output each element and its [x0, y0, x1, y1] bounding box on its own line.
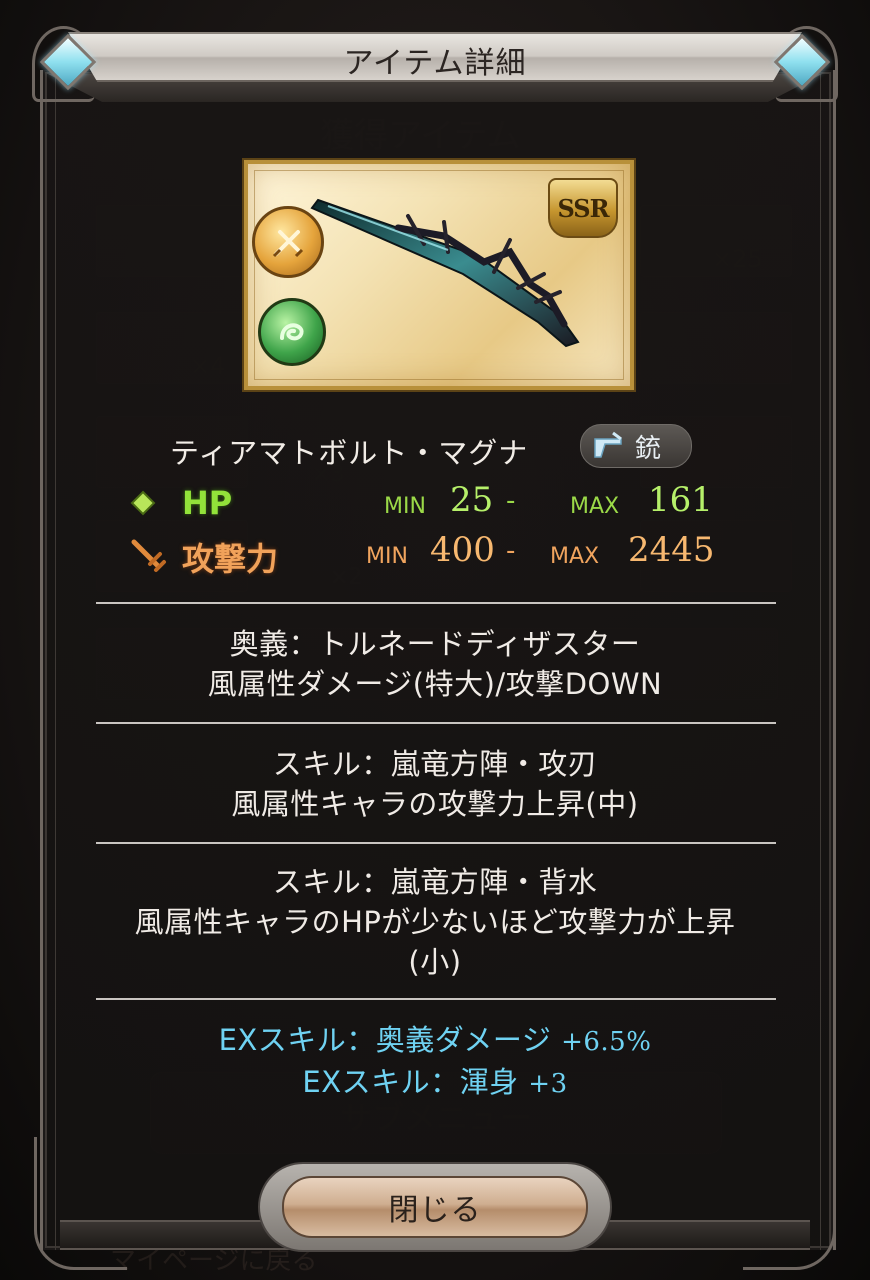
section-divider [96, 722, 776, 724]
hp-min-label: MIN [384, 494, 426, 519]
skill1-name: スキル：嵐竜方陣・攻刃 [272, 747, 598, 781]
weapon-name: ティアマトボルト・マグナ [170, 436, 529, 470]
hp-max-value: 161 [648, 480, 713, 520]
ex-skill-1-value: +6.5% [561, 1027, 652, 1057]
gun-icon [594, 431, 622, 458]
sword-icon [252, 206, 324, 278]
wind-element-icon [258, 298, 326, 366]
close-button-label: 閉じる [282, 1176, 588, 1238]
ex-skill-section: EXスキル：奥義ダメージ +6.5% EXスキル：渾身 +3 [90, 1020, 780, 1104]
hp-max-label: MAX [570, 494, 620, 519]
rarity-badge: SSR [548, 178, 618, 238]
ex-skill-1-label: EXスキル：奥義ダメージ [218, 1023, 552, 1057]
ougi-section: 奥義：トルネードディザスター 風属性ダメージ(特大)/攻撃DOWN [90, 624, 780, 704]
weapon-type-badge: 銃 [580, 424, 692, 468]
item-detail-screen: 獲得アイテム ×25 ×4 ×3 ×2 サブメニュー マイページに戻る アイテム… [0, 0, 870, 1280]
dialog-header: アイテム詳細 [32, 14, 838, 104]
ex-skill-2: EXスキル：渾身 +3 [90, 1062, 780, 1104]
ougi-name: 奥義：トルネードディザスター [229, 627, 641, 661]
ex-skill-2-label: EXスキル：渾身 [302, 1065, 519, 1099]
hp-diamond-icon [130, 490, 156, 516]
skill1-section: スキル：嵐竜方陣・攻刃 風属性キャラの攻撃力上昇(中) [90, 744, 780, 824]
weapon-name-row: ティアマトボルト・マグナ 銃 [100, 422, 770, 472]
hp-dash: - [506, 486, 516, 516]
skill1-description: 風属性キャラの攻撃力上昇(中) [231, 787, 639, 821]
frame-ornament [743, 1137, 836, 1270]
atk-label: 攻撃力 [182, 540, 279, 578]
weapon-card: SSR [244, 160, 634, 390]
weapon-type-label: 銃 [635, 433, 662, 464]
hp-min-value: 25 [450, 480, 494, 520]
skill2-name: スキル：嵐竜方陣・背水 [272, 865, 598, 899]
attack-sword-icon [131, 539, 166, 572]
section-divider [96, 602, 776, 604]
atk-min-label: MIN [366, 544, 408, 569]
dialog-title: アイテム詳細 [343, 46, 527, 81]
section-divider [96, 842, 776, 844]
hp-stat-row: HP MIN 25 - MAX 161 [120, 480, 760, 528]
frame-ornament [34, 1137, 127, 1270]
ex-skill-1: EXスキル：奥義ダメージ +6.5% [90, 1020, 780, 1062]
ougi-description: 風属性ダメージ(特大)/攻撃DOWN [207, 667, 663, 701]
close-button[interactable]: 閉じる [258, 1162, 612, 1252]
atk-dash: - [506, 536, 516, 566]
atk-stat-row: 攻撃力 MIN 400 - MAX 2445 [120, 530, 760, 578]
skill2-description-cont: (小) [408, 945, 462, 979]
section-divider [96, 998, 776, 1000]
hp-label: HP [182, 484, 233, 522]
atk-max-value: 2445 [628, 530, 715, 570]
skill2-description: 風属性キャラのHPが少ないほど攻撃力が上昇 [134, 905, 736, 939]
atk-min-value: 400 [430, 530, 495, 570]
atk-max-label: MAX [550, 544, 600, 569]
ex-skill-2-value: +3 [528, 1069, 568, 1099]
skill2-section: スキル：嵐竜方陣・背水 風属性キャラのHPが少ないほど攻撃力が上昇 (小) [90, 862, 780, 982]
